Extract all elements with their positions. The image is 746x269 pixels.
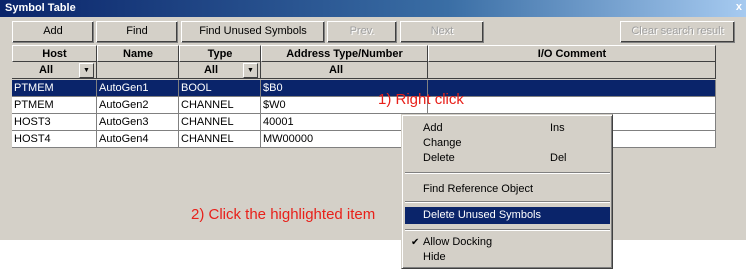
cell-type: BOOL — [179, 80, 261, 97]
cell-name: AutoGen4 — [97, 131, 179, 148]
symbol-table-window: Symbol Table x Add Find Find Unused Symb… — [0, 0, 746, 240]
window-title: Symbol Table — [5, 2, 76, 14]
find-unused-symbols-button[interactable]: Find Unused Symbols — [181, 21, 325, 43]
menu-item-hide[interactable]: Hide — [405, 249, 610, 266]
column-header-type[interactable]: Type — [179, 45, 261, 62]
window-titlebar[interactable]: Symbol Table x — [0, 0, 746, 17]
annotation-right-click: 1) Right click — [378, 91, 464, 108]
menu-item-label: Add — [423, 122, 443, 134]
menu-item-label: Change — [423, 137, 462, 149]
next-button[interactable]: Next — [400, 21, 484, 43]
column-header-host[interactable]: Host — [12, 45, 97, 62]
cell-name: AutoGen3 — [97, 114, 179, 131]
cell-comment — [428, 97, 716, 114]
find-button[interactable]: Find — [96, 21, 178, 43]
menu-item-delete-unused-symbols[interactable]: Delete Unused Symbols — [405, 207, 610, 224]
menu-item-label: Delete — [423, 152, 455, 164]
name-filter[interactable] — [97, 62, 179, 79]
menu-item-find-reference-object[interactable]: Find Reference Object — [405, 181, 610, 198]
comment-filter[interactable] — [428, 62, 716, 79]
table-row[interactable]: PTMEM AutoGen1 BOOL $B0 — [12, 80, 716, 97]
menu-item-delete[interactable]: Delete Del — [405, 150, 610, 167]
menu-separator — [405, 172, 610, 174]
close-icon[interactable]: x — [736, 1, 742, 13]
context-menu: Add Ins Change Delete Del Find Reference… — [401, 114, 613, 269]
cell-name: AutoGen2 — [97, 97, 179, 114]
menu-separator — [405, 229, 610, 231]
annotation-click-highlighted: 2) Click the highlighted item — [191, 206, 376, 223]
type-filter-value: All — [203, 64, 219, 76]
type-filter[interactable]: All ▼ — [179, 62, 261, 79]
cell-host: PTMEM — [12, 97, 97, 114]
address-filter[interactable]: All — [261, 62, 428, 79]
column-header-name[interactable]: Name — [97, 45, 179, 62]
menu-separator — [405, 201, 610, 203]
column-header-address[interactable]: Address Type/Number — [261, 45, 428, 62]
cell-type: CHANNEL — [179, 97, 261, 114]
cell-host: PTMEM — [12, 80, 97, 97]
host-filter[interactable]: All ▼ — [12, 62, 97, 79]
dropdown-arrow-icon[interactable]: ▼ — [243, 63, 258, 78]
dropdown-arrow-icon[interactable]: ▼ — [79, 63, 94, 78]
menu-item-label: Allow Docking — [423, 236, 493, 248]
address-filter-value: All — [328, 64, 344, 76]
menu-item-label: Find Reference Object — [423, 183, 534, 195]
add-button[interactable]: Add — [12, 21, 94, 43]
cell-host: HOST3 — [12, 114, 97, 131]
menu-item-label: Hide — [423, 251, 446, 263]
cell-host: HOST4 — [12, 131, 97, 148]
cell-name: AutoGen1 — [97, 80, 179, 97]
menu-item-label: Delete Unused Symbols — [423, 209, 542, 221]
host-filter-value: All — [38, 64, 54, 76]
cell-type: CHANNEL — [179, 114, 261, 131]
cell-type: CHANNEL — [179, 131, 261, 148]
column-header-io-comment[interactable]: I/O Comment — [428, 45, 716, 62]
clear-search-result-button[interactable]: Clear search result — [620, 21, 735, 43]
table-row[interactable]: PTMEM AutoGen2 CHANNEL $W0 — [12, 97, 716, 114]
prev-button[interactable]: Prev. — [327, 21, 397, 43]
menu-item-shortcut: Del — [550, 152, 567, 164]
cell-comment — [428, 80, 716, 97]
